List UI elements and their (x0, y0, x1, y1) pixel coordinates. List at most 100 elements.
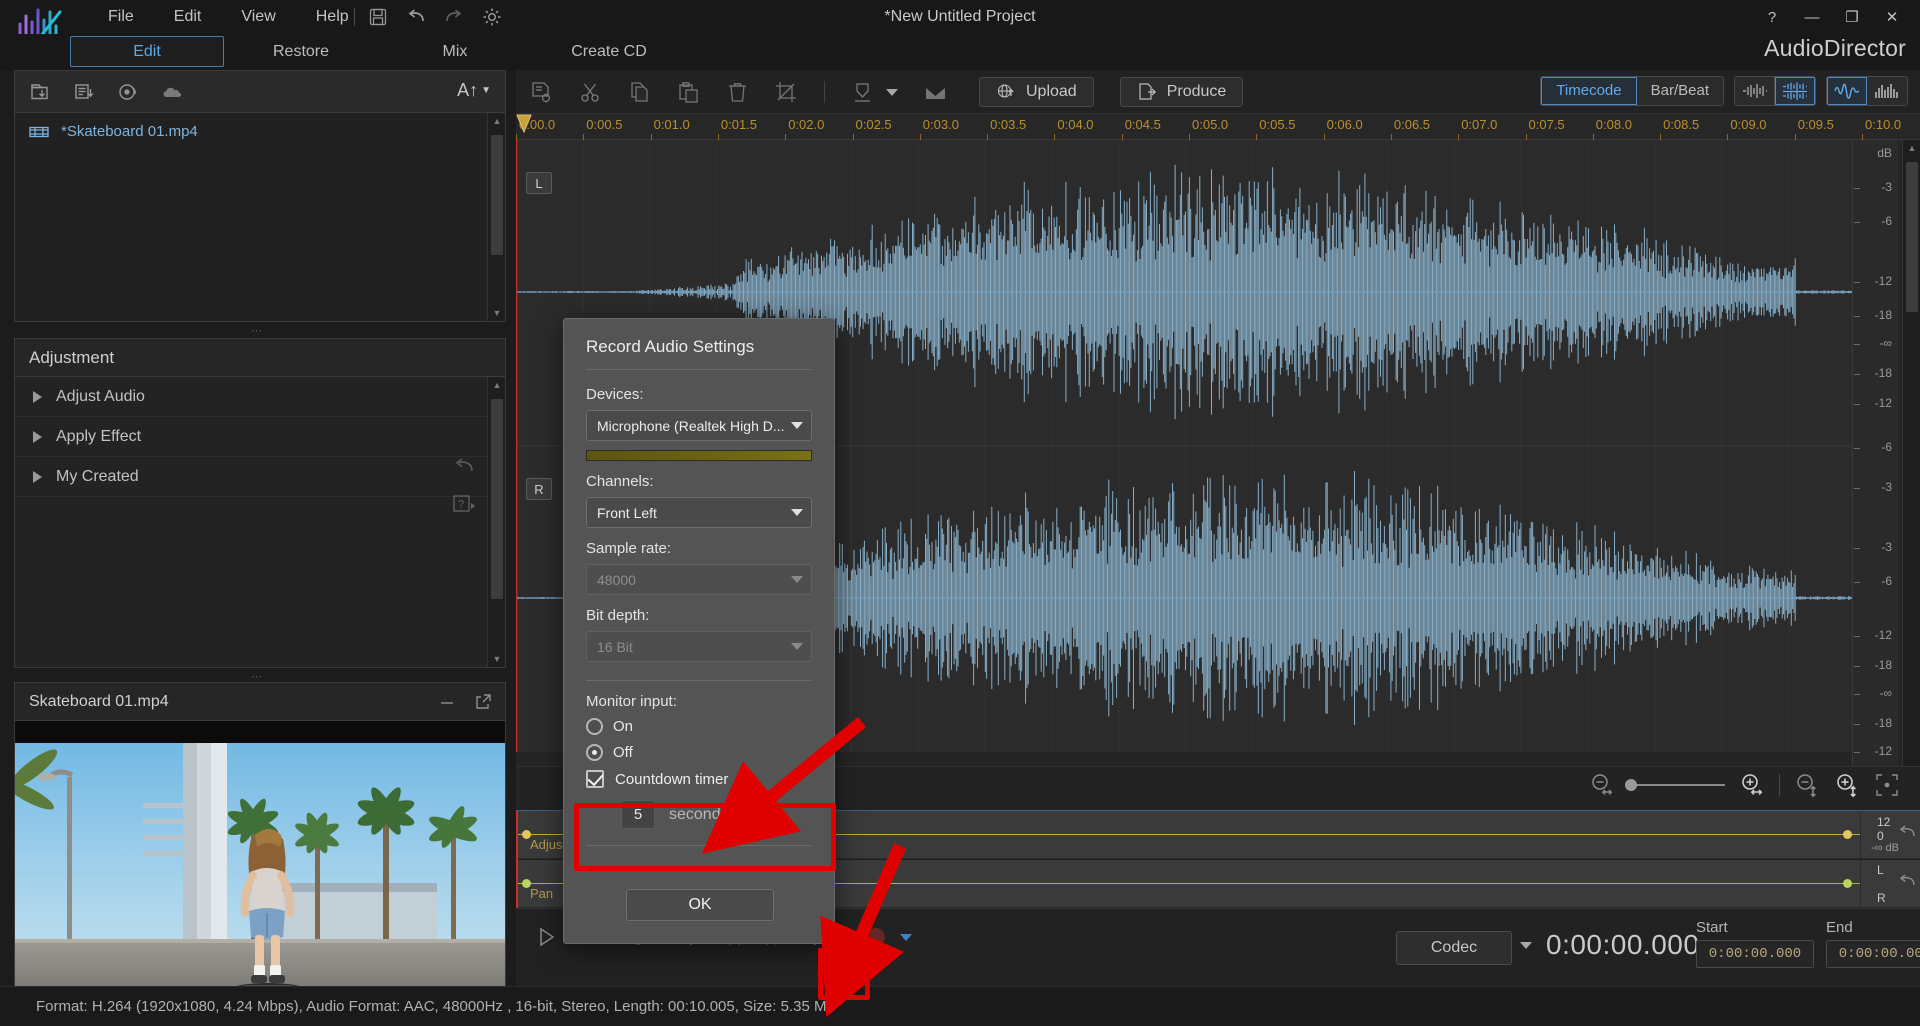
produce-icon (1137, 82, 1157, 102)
properties-icon[interactable] (530, 81, 553, 104)
tab-timecode[interactable]: Timecode (1541, 77, 1636, 105)
scroll-down-icon[interactable]: ▼ (488, 651, 506, 667)
delete-icon[interactable] (726, 81, 749, 104)
undo-icon[interactable] (1898, 823, 1916, 841)
undo-icon[interactable] (453, 455, 475, 477)
popout-icon[interactable] (473, 692, 493, 712)
playhead-marker[interactable] (516, 114, 532, 134)
device-select[interactable]: Microphone (Realtek High D... (586, 410, 812, 441)
scroll-up-icon[interactable]: ▲ (1903, 140, 1920, 156)
cut-icon[interactable] (579, 81, 602, 104)
cloud-icon[interactable] (161, 81, 183, 103)
codec-button[interactable]: Codec (1396, 931, 1512, 965)
waveform-scrollbar[interactable]: ▲ ▼ (1902, 140, 1920, 790)
menu-edit[interactable]: Edit (154, 0, 222, 34)
start-input[interactable]: 0:00:00.000 (1696, 940, 1814, 968)
scroll-down-icon[interactable]: ▼ (488, 305, 506, 321)
countdown-timer-section: Countdown timer 5 seconds (586, 770, 812, 829)
record-audio-settings-dialog: Record Audio Settings Devices: Microphon… (563, 318, 835, 944)
sort-order-button[interactable]: A↑ ▼ (457, 80, 491, 101)
close-button[interactable]: ✕ (1872, 0, 1912, 34)
settings-gear-icon[interactable] (482, 7, 502, 27)
envelope-icon[interactable] (924, 81, 947, 104)
record-dropdown-icon[interactable] (900, 934, 912, 941)
copy-icon[interactable] (628, 81, 651, 104)
tab-create-cd[interactable]: Create CD (532, 36, 686, 67)
db-axis-dash (1854, 282, 1860, 283)
menu-view[interactable]: View (221, 0, 295, 34)
end-label: End (1826, 919, 1920, 936)
scrollbar-thumb[interactable] (1906, 162, 1918, 312)
menu-help[interactable]: Help (296, 0, 369, 34)
tab-edit[interactable]: Edit (70, 36, 224, 67)
chevron-down-icon (791, 576, 803, 583)
chevron-down-icon[interactable] (886, 89, 898, 96)
minimize-button[interactable]: — (1792, 0, 1832, 34)
play-icon[interactable] (534, 925, 558, 949)
save-icon[interactable] (368, 7, 388, 27)
fit-icon[interactable] (1874, 772, 1900, 798)
panel-resize-handle[interactable]: ⋯ (0, 324, 516, 337)
undo-icon[interactable] (406, 7, 426, 27)
scroll-up-icon[interactable]: ▲ (488, 377, 506, 393)
minimize-icon[interactable] (437, 692, 457, 712)
zoom-slider[interactable] (1629, 784, 1725, 786)
maximize-button[interactable]: ❐ (1832, 0, 1872, 34)
lane-keyframe[interactable] (1843, 879, 1852, 888)
tab-bar-beat[interactable]: Bar/Beat (1637, 77, 1723, 105)
monitor-off-radio[interactable]: Off (586, 744, 812, 761)
mono-wave-icon[interactable] (1735, 77, 1775, 105)
import-list-icon[interactable] (73, 81, 95, 103)
help-button[interactable]: ? (1752, 0, 1792, 34)
lane-scale: 12 0 -∞ dB (1860, 811, 1920, 858)
monitor-on-radio[interactable]: On (586, 718, 812, 735)
tab-restore[interactable]: Restore (224, 36, 378, 67)
adjustment-scrollbar[interactable]: ▲ ▼ (487, 377, 505, 667)
end-input[interactable]: 0:00:00.000 (1826, 940, 1920, 968)
zoom-in-vertical-icon[interactable] (1834, 772, 1860, 798)
mix-down-icon[interactable] (851, 81, 874, 104)
channel-right-button[interactable]: R (526, 478, 552, 500)
sidebar-item-adjust-audio[interactable]: Adjust Audio (15, 377, 505, 417)
sidebar-item-label: My Created (56, 468, 139, 486)
paste-icon[interactable] (677, 81, 700, 104)
list-item[interactable]: *Skateboard 01.mp4 (15, 113, 505, 140)
channels-select[interactable]: Front Left (586, 497, 812, 528)
redo-icon[interactable] (444, 7, 464, 27)
bit-depth-select: 16 Bit (586, 631, 812, 662)
zoom-in-horizontal-icon[interactable] (1739, 772, 1765, 798)
preview-body[interactable] (15, 721, 505, 985)
db-axis-dash (1854, 694, 1860, 695)
undo-icon[interactable] (1898, 872, 1916, 890)
crop-icon[interactable] (775, 81, 798, 104)
zoom-out-horizontal-icon[interactable] (1589, 772, 1615, 798)
waveform-icon[interactable] (1827, 77, 1867, 105)
stereo-wave-icon[interactable] (1775, 77, 1815, 105)
spectrum-icon[interactable] (1867, 77, 1907, 105)
menu-file[interactable]: File (88, 0, 154, 34)
scrollbar-thumb[interactable] (491, 135, 503, 255)
zoom-out-vertical-icon[interactable] (1794, 772, 1820, 798)
codec-dropdown-icon[interactable] (1520, 942, 1532, 949)
produce-button[interactable]: Produce (1120, 77, 1244, 107)
import-media-icon[interactable] (29, 81, 51, 103)
lane-keyframe[interactable] (1843, 830, 1852, 839)
ok-button[interactable]: OK (626, 889, 774, 921)
scroll-up-icon[interactable]: ▲ (488, 113, 506, 129)
help-icon[interactable]: ? (453, 494, 477, 514)
channel-left-button[interactable]: L (526, 172, 552, 194)
tab-mix[interactable]: Mix (378, 36, 532, 67)
film-icon (29, 125, 49, 139)
upload-button[interactable]: Upload (979, 77, 1094, 107)
countdown-seconds-input[interactable]: 5 (621, 800, 655, 829)
sidebar-item-apply-effect[interactable]: Apply Effect (15, 417, 505, 457)
countdown-timer-checkbox[interactable]: Countdown timer (586, 770, 812, 788)
sidebar-item-my-created[interactable]: My Created (15, 457, 505, 497)
record-icon[interactable] (864, 925, 888, 949)
library-scrollbar[interactable]: ▲ ▼ (487, 113, 505, 321)
record-globe-icon[interactable] (117, 81, 139, 103)
scrollbar-thumb[interactable] (491, 399, 503, 599)
timeline-ruler[interactable]: 0:00.00:00.50:01.00:01.50:02.00:02.50:03… (516, 114, 1920, 140)
zoom-slider-thumb[interactable] (1625, 779, 1637, 791)
ruler-tick-label: 0:08.0 (1596, 117, 1632, 132)
